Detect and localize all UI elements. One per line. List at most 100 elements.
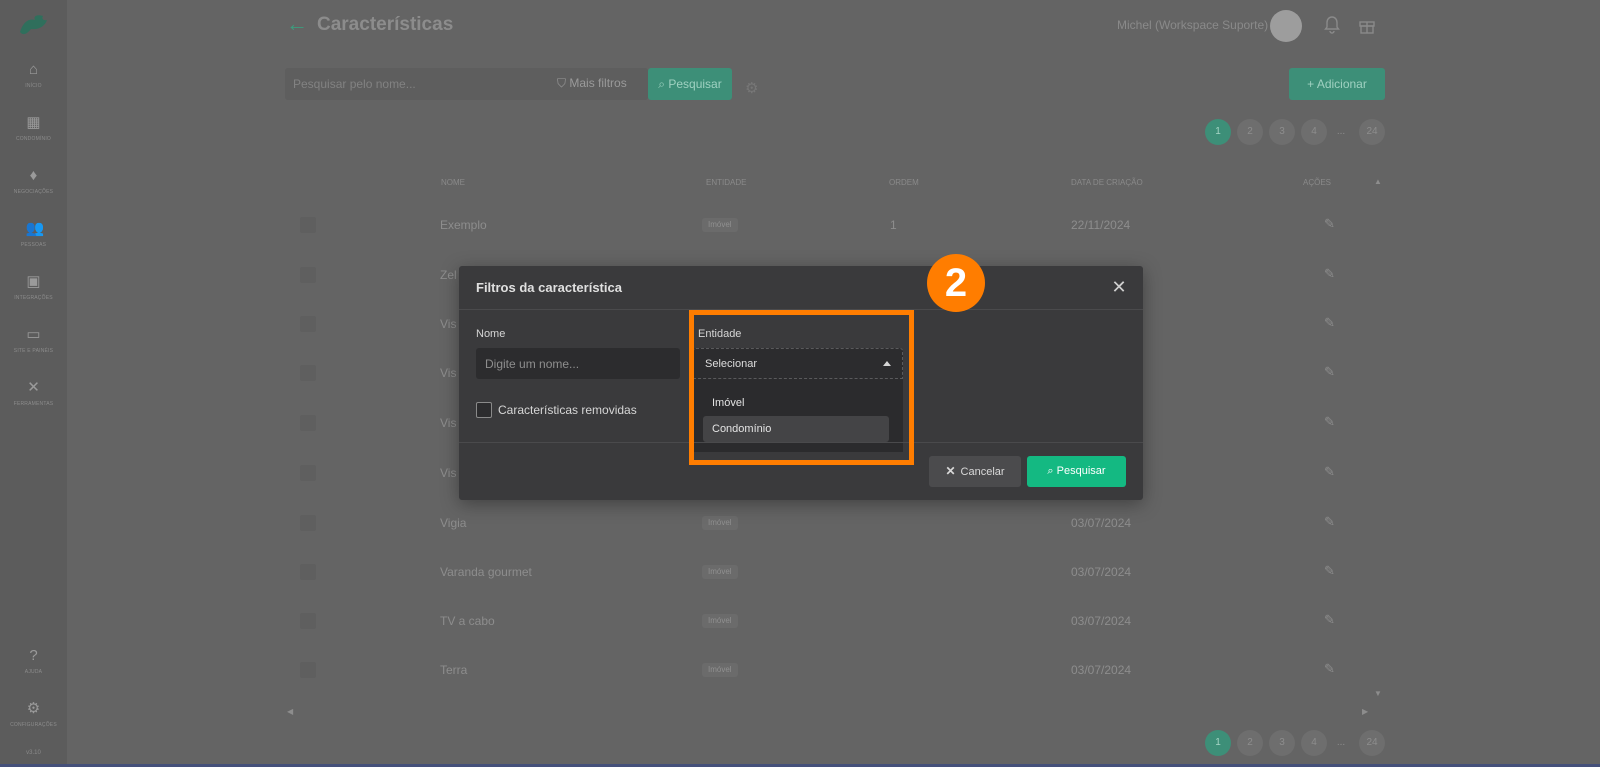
page-button[interactable]: 3 bbox=[1269, 119, 1295, 145]
scroll-left-icon[interactable]: ◀ bbox=[287, 707, 293, 716]
edit-icon[interactable]: ✎ bbox=[1324, 613, 1338, 627]
table-row[interactable]: Vigia Imóvel 03/07/2024 ✎ bbox=[285, 498, 1385, 547]
sidebar-item-label: CONFIGURAÇÕES bbox=[10, 722, 57, 728]
app-version: v3.10 bbox=[26, 750, 41, 756]
edit-icon[interactable]: ✎ bbox=[1324, 267, 1338, 281]
search-icon: ⌕ bbox=[1047, 465, 1054, 477]
edit-icon[interactable]: ✎ bbox=[1324, 564, 1338, 578]
sidebar-item-label: AJUDA bbox=[24, 669, 43, 675]
sidebar-item-ferramentas[interactable]: ✕ FERRAMENTAS bbox=[0, 380, 67, 428]
row-checkbox[interactable] bbox=[300, 415, 316, 431]
row-checkbox[interactable] bbox=[300, 365, 316, 381]
app-logo[interactable] bbox=[17, 12, 49, 38]
column-header-acoes: AÇÕES bbox=[1303, 178, 1332, 187]
search-button-label: Pesquisar bbox=[668, 77, 722, 91]
gift-icon[interactable] bbox=[1358, 16, 1376, 34]
more-filters-button[interactable]: ⛉ Mais filtros bbox=[557, 76, 627, 91]
modal-search-button-label: Pesquisar bbox=[1056, 465, 1106, 477]
help-icon: ? bbox=[29, 647, 38, 664]
sidebar-item-inicio[interactable]: ⌂ INÍCIO bbox=[0, 62, 67, 110]
step-badge: 2 bbox=[927, 254, 985, 312]
row-name: Vis bbox=[440, 317, 457, 331]
tools-icon: ✕ bbox=[27, 379, 40, 396]
cancel-button[interactable]: ✕ Cancelar bbox=[929, 456, 1021, 487]
entity-badge: Imóvel bbox=[702, 663, 738, 677]
scroll-up-icon[interactable]: ▲ bbox=[1374, 177, 1382, 186]
edit-icon[interactable]: ✎ bbox=[1324, 515, 1338, 529]
table-row[interactable]: Varanda gourmet Imóvel 03/07/2024 ✎ bbox=[285, 547, 1385, 596]
user-name[interactable]: Michel (Workspace Suporte) bbox=[1117, 18, 1268, 32]
add-button[interactable]: + Adicionar bbox=[1289, 68, 1385, 100]
row-checkbox[interactable] bbox=[300, 613, 316, 629]
page-title: Características bbox=[317, 14, 454, 35]
row-date: 03/07/2024 bbox=[1071, 516, 1132, 530]
sidebar-item-negociacoes[interactable]: ♦ NEGOCIAÇÕES bbox=[0, 168, 67, 216]
bell-icon[interactable] bbox=[1324, 16, 1340, 34]
column-header-entidade[interactable]: ENTIDADE bbox=[706, 178, 746, 187]
sidebar-item-label: INTEGRAÇÕES bbox=[14, 295, 53, 301]
page-button-last[interactable]: 24 bbox=[1359, 119, 1385, 145]
edit-icon[interactable]: ✎ bbox=[1324, 365, 1338, 379]
page-button[interactable]: 1 bbox=[1205, 730, 1231, 756]
cancel-button-label: Cancelar bbox=[960, 466, 1005, 478]
search-placeholder: Pesquisar pelo nome... bbox=[293, 77, 416, 91]
row-name: Exemplo bbox=[440, 218, 487, 232]
edit-icon[interactable]: ✎ bbox=[1324, 316, 1338, 330]
name-field[interactable] bbox=[476, 348, 680, 379]
modal-title: Filtros da característica bbox=[476, 280, 622, 295]
modal-search-button[interactable]: ⌕ Pesquisar bbox=[1027, 456, 1126, 487]
removed-checkbox[interactable] bbox=[476, 402, 492, 418]
edit-icon[interactable]: ✎ bbox=[1324, 217, 1338, 231]
sidebar-item-label: SITE E PAINÉIS bbox=[13, 348, 54, 354]
page-button-last[interactable]: 24 bbox=[1359, 730, 1385, 756]
row-checkbox[interactable] bbox=[300, 267, 316, 283]
entity-badge: Imóvel bbox=[702, 565, 738, 579]
sidebar-item-configuracoes[interactable]: ⚙ CONFIGURAÇÕES bbox=[0, 701, 67, 749]
entity-badge: Imóvel bbox=[702, 516, 738, 530]
row-name: Vigia bbox=[440, 516, 467, 530]
sidebar-item-label: FERRAMENTAS bbox=[13, 401, 54, 407]
row-checkbox[interactable] bbox=[300, 465, 316, 481]
sidebar-item-pessoas[interactable]: 👥 PESSOAS bbox=[0, 221, 67, 269]
removed-checkbox-label[interactable]: Características removidas bbox=[498, 403, 637, 417]
sidebar-item-ajuda[interactable]: ? AJUDA bbox=[0, 648, 67, 696]
row-checkbox[interactable] bbox=[300, 316, 316, 332]
scroll-right-icon[interactable]: ▶ bbox=[1362, 707, 1368, 716]
highlight-box bbox=[689, 310, 914, 465]
table-row[interactable]: TV a cabo Imóvel 03/07/2024 ✎ bbox=[285, 596, 1385, 645]
row-checkbox[interactable] bbox=[300, 217, 316, 233]
row-checkbox[interactable] bbox=[300, 564, 316, 580]
close-icon[interactable]: ✕ bbox=[1110, 278, 1128, 296]
page-button[interactable]: 4 bbox=[1301, 730, 1327, 756]
column-header-nome[interactable]: NOME bbox=[441, 178, 465, 187]
edit-icon[interactable]: ✎ bbox=[1324, 662, 1338, 676]
row-date: 03/07/2024 bbox=[1071, 614, 1132, 628]
filter-icon: ⛉ bbox=[557, 76, 567, 90]
sidebar-item-integracoes[interactable]: ▣ INTEGRAÇÕES bbox=[0, 274, 67, 322]
back-arrow-icon[interactable]: ← bbox=[286, 13, 308, 35]
sidebar-item-label: INÍCIO bbox=[25, 83, 42, 89]
row-checkbox[interactable] bbox=[300, 662, 316, 678]
avatar[interactable] bbox=[1270, 10, 1302, 42]
page-button[interactable]: 1 bbox=[1205, 119, 1231, 145]
sidebar-item-condominio[interactable]: ▦ CONDOMÍNIO bbox=[0, 115, 67, 163]
page-button[interactable]: 3 bbox=[1269, 730, 1295, 756]
row-checkbox[interactable] bbox=[300, 515, 316, 531]
edit-icon[interactable]: ✎ bbox=[1324, 415, 1338, 429]
sidebar-item-label: PESSOAS bbox=[20, 242, 47, 248]
edit-icon[interactable]: ✎ bbox=[1324, 465, 1338, 479]
scroll-down-icon[interactable]: ▼ bbox=[1374, 689, 1382, 698]
gear-icon[interactable]: ⚙ bbox=[745, 81, 761, 97]
page-button[interactable]: 4 bbox=[1301, 119, 1327, 145]
table-row[interactable]: Terra Imóvel 03/07/2024 ✎ bbox=[285, 645, 1385, 694]
integrations-icon: ▣ bbox=[26, 273, 41, 290]
page-button[interactable]: 2 bbox=[1237, 119, 1263, 145]
column-header-data[interactable]: DATA DE CRIAÇÃO bbox=[1071, 178, 1143, 187]
page-button[interactable]: 2 bbox=[1237, 730, 1263, 756]
column-header-ordem[interactable]: ORDEM bbox=[889, 178, 919, 187]
close-icon: ✕ bbox=[945, 464, 956, 478]
sidebar: ⌂ INÍCIO ▦ CONDOMÍNIO ♦ NEGOCIAÇÕES 👥 PE… bbox=[0, 0, 67, 767]
sidebar-item-site-paineis[interactable]: ▭ SITE E PAINÉIS bbox=[0, 327, 67, 375]
search-button[interactable]: ⌕ Pesquisar bbox=[648, 68, 732, 100]
table-row[interactable]: Exemplo Imóvel 1 22/11/2024 ✎ bbox=[285, 200, 1385, 249]
